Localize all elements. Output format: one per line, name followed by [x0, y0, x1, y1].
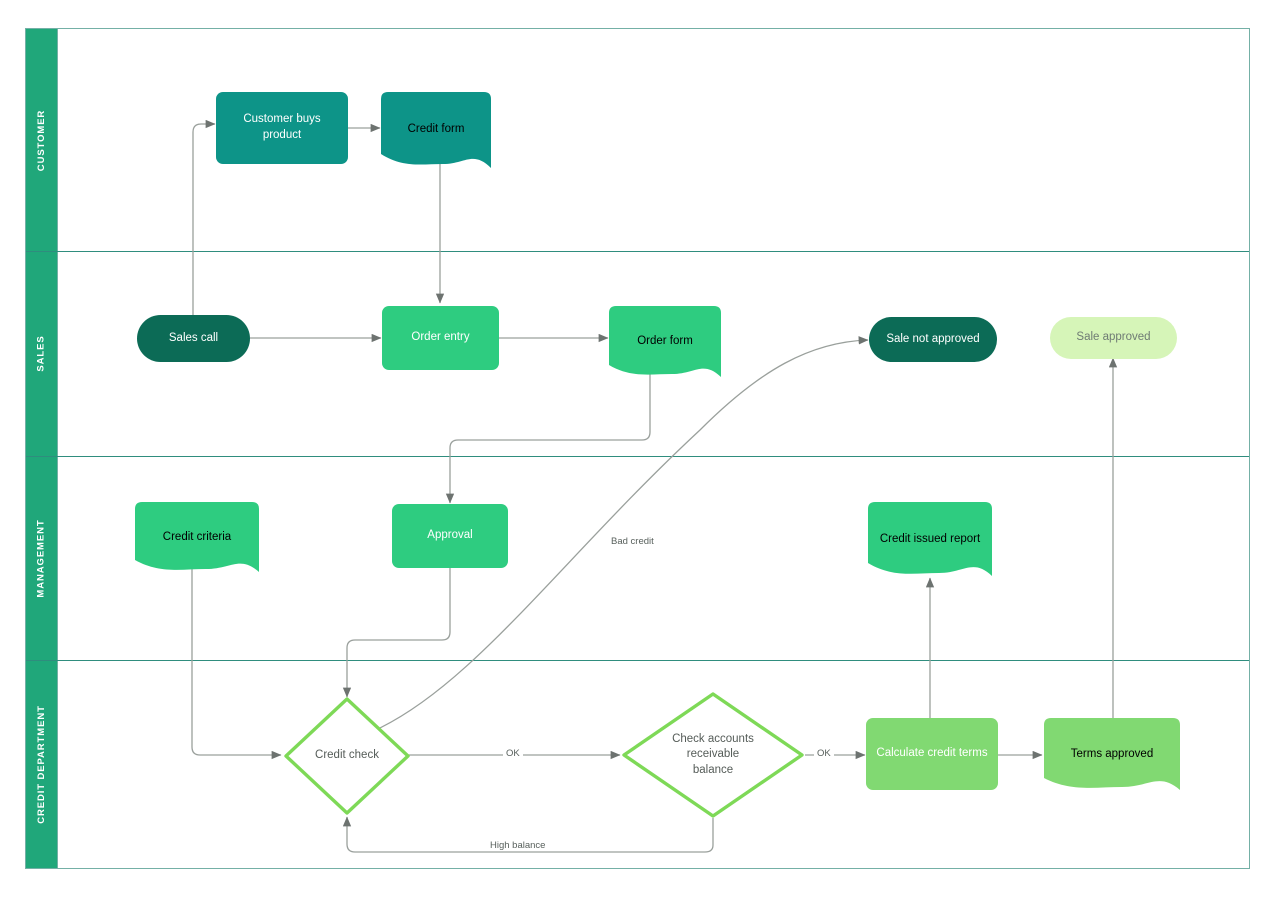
- node-approval[interactable]: Approval: [392, 504, 508, 568]
- node-calculate-credit-terms[interactable]: Calculate credit terms: [866, 718, 998, 790]
- lane-label-sales-text: SALES: [36, 335, 47, 372]
- diagram-canvas: CUSTOMER SALES MANAGEMENT CREDIT DEPARTM…: [0, 0, 1280, 897]
- node-calculate-credit-terms-label: Calculate credit terms: [876, 747, 988, 760]
- lane-label-customer: CUSTOMER: [26, 29, 58, 251]
- node-order-entry-label: Order entry: [411, 331, 470, 344]
- lane-divider-1: [26, 251, 1249, 252]
- node-sale-not-approved[interactable]: Sale not approved: [869, 317, 997, 362]
- node-customer-buys-product-label: Customer buys product: [243, 113, 321, 141]
- node-credit-check-label: Credit check: [315, 749, 379, 762]
- lane-label-management-text: MANAGEMENT: [36, 518, 48, 598]
- node-customer-buys-product[interactable]: Customer buys product: [216, 92, 348, 164]
- node-credit-form-label: Credit form: [407, 123, 465, 136]
- node-sale-approved[interactable]: Sale approved: [1050, 317, 1177, 359]
- edge-label-ok-1: OK: [503, 748, 523, 759]
- node-order-form-label: Order form: [637, 335, 693, 348]
- node-terms-approved[interactable]: Terms approved: [1044, 718, 1180, 792]
- node-sales-call-label: Sales call: [168, 331, 219, 344]
- lane-divider-3: [26, 660, 1249, 661]
- edge-label-high-balance: High balance: [487, 840, 549, 851]
- node-check-accounts-receivable-balance[interactable]: Check accounts receivable balance: [620, 690, 806, 820]
- lane-label-customer-text: CUSTOMER: [36, 109, 48, 171]
- edge-label-bad-credit: Bad credit: [608, 536, 657, 547]
- node-check-accounts-receivable-balance-label: Check accounts receivable balance: [672, 732, 754, 776]
- lane-label-sales: SALES: [26, 251, 58, 456]
- node-sales-call[interactable]: Sales call: [137, 315, 250, 362]
- edge-label-ok-2: OK: [814, 748, 834, 759]
- node-credit-issued-report[interactable]: Credit issued report: [868, 502, 992, 578]
- lane-label-management: MANAGEMENT: [26, 456, 58, 660]
- node-terms-approved-label: Terms approved: [1070, 748, 1154, 761]
- lane-divider-2: [26, 456, 1249, 457]
- node-sale-not-approved-label: Sale not approved: [886, 332, 980, 345]
- lane-label-credit-department-text: CREDIT DEPARTMENT: [36, 704, 48, 824]
- node-credit-form[interactable]: Credit form: [381, 92, 491, 168]
- node-approval-label: Approval: [427, 529, 473, 542]
- node-order-form[interactable]: Order form: [609, 306, 721, 378]
- node-order-entry[interactable]: Order entry: [382, 306, 499, 370]
- node-credit-issued-report-label: Credit issued report: [879, 533, 981, 546]
- node-sale-approved-label: Sale approved: [1076, 331, 1151, 344]
- node-credit-criteria-label: Credit criteria: [162, 531, 232, 544]
- node-credit-criteria[interactable]: Credit criteria: [135, 502, 259, 574]
- lane-label-credit-department: CREDIT DEPARTMENT: [26, 660, 58, 868]
- node-credit-check[interactable]: Credit check: [282, 695, 412, 817]
